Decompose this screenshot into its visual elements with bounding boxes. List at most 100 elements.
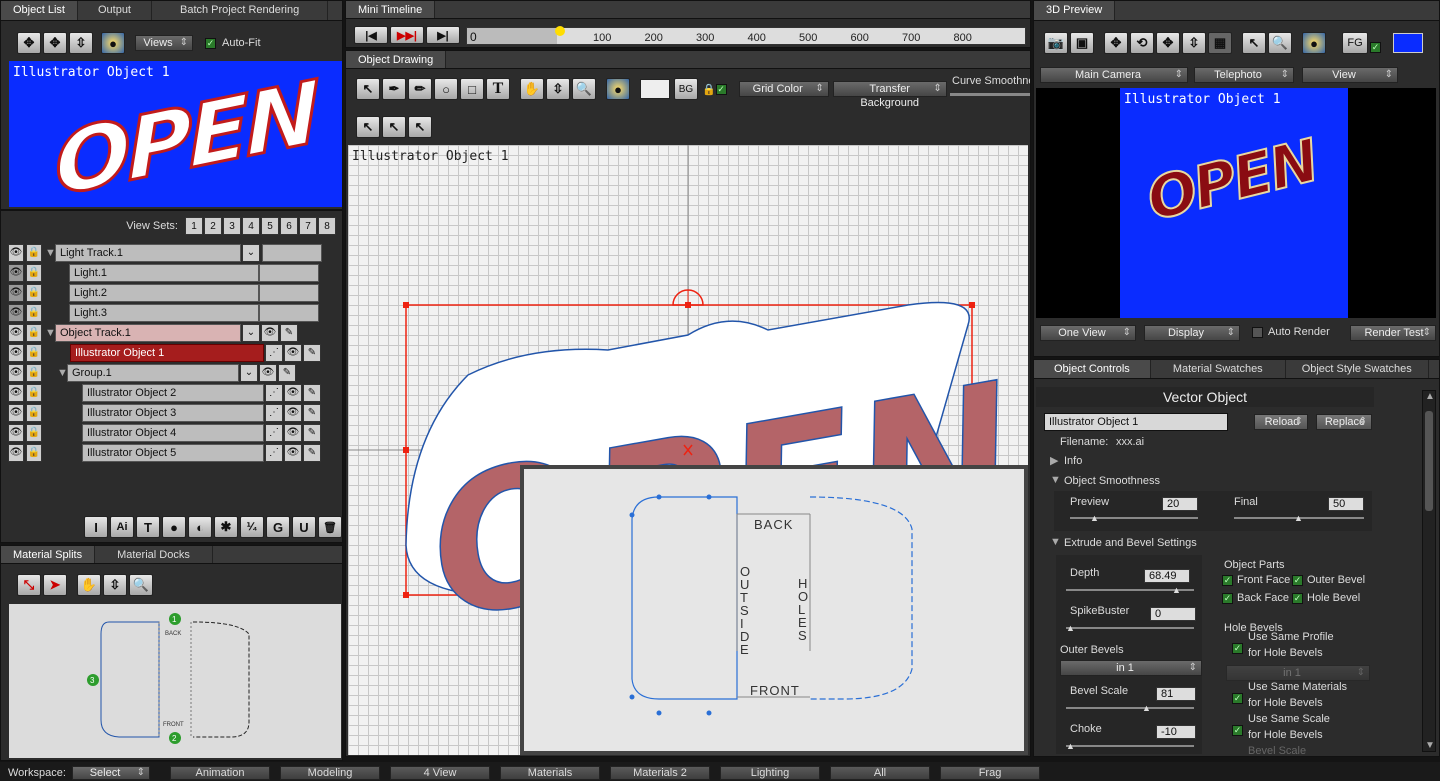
node-icon[interactable]: ⋰ bbox=[265, 343, 283, 362]
same-materials-checkbox[interactable]: ✓ bbox=[1232, 693, 1243, 704]
trash-icon[interactable]: 🗑 bbox=[318, 516, 342, 538]
smoothness-section[interactable]: Object Smoothness bbox=[1064, 475, 1160, 487]
hand-tool-icon[interactable]: ✋ bbox=[520, 78, 544, 100]
cube-icon[interactable]: ▣ bbox=[1070, 32, 1094, 54]
display-dropdown[interactable]: Display bbox=[1144, 325, 1240, 341]
visibility-icon[interactable]: 👁 bbox=[261, 323, 279, 342]
fg-checkbox[interactable]: ✓ bbox=[1370, 41, 1381, 53]
workspace-all[interactable]: All bbox=[830, 766, 930, 780]
preview-slider[interactable]: ▲ bbox=[1070, 513, 1198, 523]
lock-icon[interactable]: 🔒 bbox=[26, 263, 42, 282]
scrollbar[interactable]: ▲ ▼ bbox=[1422, 390, 1436, 752]
tab-object-style-swatches[interactable]: Object Style Swatches bbox=[1286, 360, 1429, 378]
track-label[interactable]: Illustrator Object 2 bbox=[82, 383, 264, 402]
node-icon[interactable]: ⋰ bbox=[265, 423, 283, 442]
magnify-icon[interactable]: 🔍 bbox=[129, 574, 153, 596]
spikebuster-slider[interactable]: ▲ bbox=[1066, 623, 1194, 633]
eye-icon[interactable]: 👁 bbox=[8, 323, 24, 342]
magnify-icon[interactable]: 🔍 bbox=[1268, 32, 1292, 54]
track-row[interactable]: 👁 🔒 Light.3 bbox=[8, 303, 324, 322]
text-tool-icon[interactable]: T bbox=[136, 516, 160, 538]
info-section[interactable]: Info bbox=[1064, 455, 1082, 467]
convert-point-icon[interactable]: ↖ bbox=[408, 116, 432, 138]
outer-bevels-dropdown[interactable]: in 1 bbox=[1060, 660, 1202, 676]
tab-object-list[interactable]: Object List bbox=[1, 1, 78, 20]
move-icon[interactable]: ✥ bbox=[17, 32, 41, 54]
info-expand-icon[interactable]: ▶ bbox=[1050, 454, 1058, 467]
edit-icon[interactable]: ✎ bbox=[303, 343, 321, 362]
hole-bevel-checkbox[interactable]: ✓ bbox=[1292, 593, 1303, 604]
track-label[interactable]: Illustrator Object 5 bbox=[82, 443, 264, 462]
illustrator-import-icon[interactable]: I bbox=[84, 516, 108, 538]
light-icon[interactable]: ✱ bbox=[214, 516, 238, 538]
view-dropdown[interactable]: View bbox=[1302, 67, 1398, 83]
move-icon[interactable]: ✥ bbox=[1104, 32, 1128, 54]
view-set-4[interactable]: 4 bbox=[242, 217, 260, 235]
render-test-button[interactable]: Render Test bbox=[1350, 325, 1436, 341]
arrow-tool-icon[interactable]: ➤ bbox=[43, 574, 67, 596]
magnify-tool-icon[interactable]: ○ bbox=[434, 78, 458, 100]
transfer-background-button[interactable]: Transfer Background bbox=[832, 81, 947, 109]
track-label[interactable]: Light Track.1 bbox=[55, 243, 241, 262]
auto-render-checkbox[interactable] bbox=[1252, 327, 1263, 338]
final-slider[interactable]: ▲ bbox=[1234, 513, 1364, 523]
eye-icon[interactable]: 👁 bbox=[8, 263, 24, 282]
workspace-animation[interactable]: Animation bbox=[170, 766, 270, 780]
edit-icon[interactable]: ✎ bbox=[303, 403, 321, 422]
bevel-scale-slider[interactable]: ▲ bbox=[1066, 703, 1194, 713]
track-row[interactable]: 👁 🔒 Illustrator Object 2 ⋰ 👁 ✎ bbox=[8, 383, 324, 402]
zoom-icon[interactable]: ⇳ bbox=[1182, 32, 1206, 54]
eye-icon[interactable]: 👁 bbox=[8, 343, 24, 362]
choke-input[interactable]: -10 bbox=[1156, 725, 1196, 739]
add-point-icon[interactable]: ↖ bbox=[382, 116, 406, 138]
eye-icon[interactable]: 👁 bbox=[8, 243, 24, 262]
visibility-icon[interactable]: 👁 bbox=[284, 423, 302, 442]
lock-icon[interactable]: 🔒 bbox=[26, 243, 42, 262]
node-icon[interactable]: ⋰ bbox=[265, 443, 283, 462]
node-icon[interactable]: ⋰ bbox=[265, 383, 283, 402]
view-set-6[interactable]: 6 bbox=[280, 217, 298, 235]
rectangle-tool-icon[interactable]: □ bbox=[460, 78, 484, 100]
lock-icon[interactable]: 🔒 bbox=[26, 343, 42, 362]
workspace-select[interactable]: Select bbox=[72, 766, 150, 780]
same-scale-checkbox[interactable]: ✓ bbox=[1232, 725, 1243, 736]
track-row[interactable]: 👁 🔒 Light.1 bbox=[8, 263, 324, 282]
profile-editor[interactable]: BACK FRONT OUTSIDE HOLES bbox=[520, 465, 1028, 755]
autofit-checkbox[interactable]: ✓ bbox=[205, 37, 216, 49]
view-set-7[interactable]: 7 bbox=[299, 217, 317, 235]
extrude-expand-icon[interactable]: ▼ bbox=[1050, 536, 1061, 548]
lock-icon[interactable]: 🔒 bbox=[26, 383, 42, 402]
reload-button[interactable]: Reload bbox=[1254, 414, 1308, 430]
track-label[interactable]: Light.2 bbox=[69, 283, 259, 302]
edit-icon[interactable]: ✎ bbox=[303, 423, 321, 442]
edit-icon[interactable]: ✎ bbox=[303, 443, 321, 462]
select-arrow-icon[interactable]: ↖ bbox=[356, 78, 380, 100]
track-row[interactable]: 👁 🔒 Illustrator Object 5 ⋰ 👁 ✎ bbox=[8, 443, 324, 462]
edit-icon[interactable]: ✎ bbox=[280, 323, 298, 342]
ai-import-icon[interactable]: Ai bbox=[110, 516, 134, 538]
lock-icon[interactable]: 🔒 bbox=[26, 443, 42, 462]
collapse-arrow-icon[interactable]: ▼ bbox=[57, 367, 68, 379]
workspace-4-view[interactable]: 4 View bbox=[390, 766, 490, 780]
eye-icon[interactable]: 👁 bbox=[8, 403, 24, 422]
track-row[interactable]: 👁 🔒 ▼ Group.1 ⌄ 👁 ✎ bbox=[8, 363, 324, 382]
view-set-5[interactable]: 5 bbox=[261, 217, 279, 235]
front-face-checkbox[interactable]: ✓ bbox=[1222, 575, 1233, 586]
track-row[interactable]: 👁 🔒 Light.2 bbox=[8, 283, 324, 302]
render-viewport[interactable]: Illustrator Object 1 OPEN bbox=[1036, 88, 1436, 318]
views-dropdown[interactable]: Views bbox=[135, 35, 193, 51]
eye-icon[interactable]: 👁 bbox=[8, 383, 24, 402]
playhead-icon[interactable] bbox=[555, 26, 565, 36]
workspace-modeling[interactable]: Modeling bbox=[280, 766, 380, 780]
preview-input[interactable]: 20 bbox=[1162, 497, 1198, 511]
tab-material-swatches[interactable]: Material Swatches bbox=[1151, 360, 1286, 378]
select-arrow-icon[interactable]: ↖ bbox=[1242, 32, 1266, 54]
lens-dropdown[interactable]: Telephoto bbox=[1194, 67, 1294, 83]
drawing-canvas[interactable]: Illustrator Object 1 OPEN bbox=[348, 145, 1028, 755]
smoothness-expand-icon[interactable]: ▼ bbox=[1050, 474, 1061, 486]
fraction-icon[interactable]: ⅟₄ bbox=[240, 516, 264, 538]
zoom-tool-icon[interactable]: 🔍 bbox=[572, 78, 596, 100]
node-icon[interactable]: ⋰ bbox=[265, 403, 283, 422]
track-row[interactable]: 👁 🔒 ▼ Light Track.1 ⌄ bbox=[8, 243, 324, 262]
bomb-icon[interactable]: ◐ bbox=[188, 516, 212, 538]
